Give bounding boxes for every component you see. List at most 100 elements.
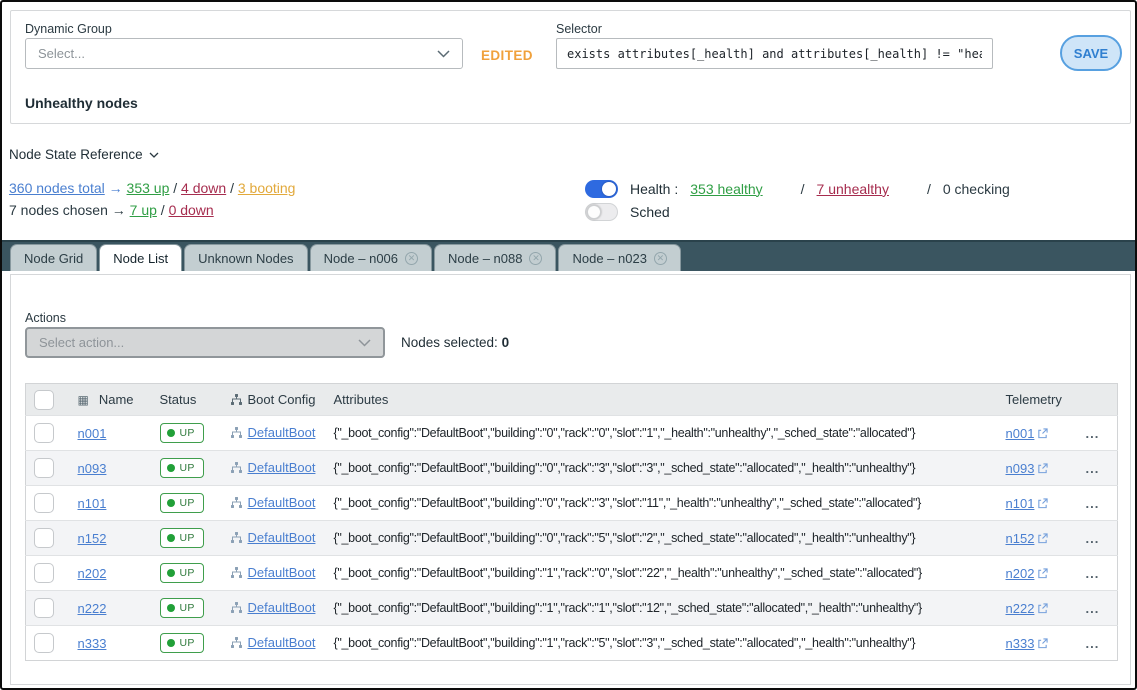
- close-icon[interactable]: ✕: [654, 252, 667, 265]
- row-menu-button[interactable]: ...: [1078, 556, 1118, 591]
- nodes-selected-count: 0: [502, 335, 510, 350]
- tab-node-n088[interactable]: Node – n088 ✕: [434, 244, 556, 271]
- telemetry-link[interactable]: n001: [1006, 426, 1035, 441]
- chosen-stats-line: 7 nodes chosen → 7 up / 0 down: [9, 202, 214, 218]
- boot-config-icon: [230, 394, 243, 405]
- attributes-json: {"_boot_config":"DefaultBoot","building"…: [326, 486, 998, 521]
- row-menu-button[interactable]: ...: [1078, 626, 1118, 661]
- status-column-header: Status: [152, 384, 222, 416]
- unhealthy-nodes-link[interactable]: 7 unhealthy: [817, 181, 889, 197]
- selector-input[interactable]: [556, 38, 993, 69]
- action-select[interactable]: Select action...: [25, 327, 385, 358]
- node-name-link[interactable]: n101: [78, 496, 107, 511]
- action-select-placeholder: Select action...: [39, 335, 124, 350]
- select-all-checkbox[interactable]: [34, 390, 54, 410]
- health-label: Health :: [630, 181, 678, 197]
- telemetry-link[interactable]: n152: [1006, 531, 1035, 546]
- status-dot-icon: [167, 534, 175, 542]
- table-row[interactable]: n101 UP DefaultBoot {"_boot_config":"Def…: [26, 486, 1118, 521]
- group-name: Unhealthy nodes: [25, 95, 138, 111]
- tab-unknown-nodes[interactable]: Unknown Nodes: [184, 244, 307, 271]
- row-menu-button[interactable]: ...: [1078, 486, 1118, 521]
- table-row[interactable]: n222 UP DefaultBoot {"_boot_config":"Def…: [26, 591, 1118, 626]
- table-row[interactable]: n333 UP DefaultBoot {"_boot_config":"Def…: [26, 626, 1118, 661]
- sched-toggle[interactable]: [585, 203, 618, 221]
- node-table: ▦Name Status Boot Config Attributes Tele…: [25, 383, 1118, 661]
- boot-config-icon: [230, 532, 243, 543]
- chevron-down-icon: [358, 339, 371, 347]
- node-name-link[interactable]: n152: [78, 531, 107, 546]
- down-nodes-link[interactable]: 4 down: [181, 180, 226, 196]
- boot-config-link[interactable]: DefaultBoot: [248, 635, 316, 650]
- table-row[interactable]: n093 UP DefaultBoot {"_boot_config":"Def…: [26, 451, 1118, 486]
- row-menu-button[interactable]: ...: [1078, 416, 1118, 451]
- row-checkbox[interactable]: [34, 598, 54, 618]
- tab-node-list[interactable]: Node List: [99, 244, 182, 271]
- row-menu-button[interactable]: ...: [1078, 521, 1118, 556]
- attributes-json: {"_boot_config":"DefaultBoot","building"…: [326, 416, 998, 451]
- health-toggle[interactable]: [585, 180, 618, 198]
- selector-label: Selector: [556, 22, 602, 36]
- boot-config-icon: [230, 602, 243, 613]
- status-dot-icon: [167, 429, 175, 437]
- status-badge: UP: [160, 528, 204, 548]
- dynamic-group-placeholder: Select...: [38, 46, 85, 61]
- telemetry-link[interactable]: n093: [1006, 461, 1035, 476]
- toggle-group: Health : 353 healthy / 7 unhealthy / 0 c…: [585, 178, 1010, 224]
- up-nodes-link[interactable]: 353 up: [127, 180, 170, 196]
- table-row[interactable]: n202 UP DefaultBoot {"_boot_config":"Def…: [26, 556, 1118, 591]
- status-badge: UP: [160, 598, 204, 618]
- node-name-link[interactable]: n202: [78, 566, 107, 581]
- external-link-icon: [1037, 568, 1048, 579]
- chosen-up-link[interactable]: 7 up: [130, 202, 157, 218]
- chosen-down-link[interactable]: 0 down: [169, 202, 214, 218]
- row-checkbox[interactable]: [34, 423, 54, 443]
- row-checkbox[interactable]: [34, 458, 54, 478]
- boot-config-link[interactable]: DefaultBoot: [248, 460, 316, 475]
- tab-node-grid[interactable]: Node Grid: [10, 244, 97, 271]
- healthy-nodes-link[interactable]: 353 healthy: [690, 181, 762, 197]
- boot-config-link[interactable]: DefaultBoot: [248, 565, 316, 580]
- table-row[interactable]: n001 UP DefaultBoot {"_boot_config":"Def…: [26, 416, 1118, 451]
- status-badge: UP: [160, 423, 204, 443]
- chevron-down-icon: [437, 50, 450, 58]
- row-menu-button[interactable]: ...: [1078, 591, 1118, 626]
- chevron-down-icon: [149, 152, 159, 158]
- node-name-link[interactable]: n001: [78, 426, 107, 441]
- node-name-link[interactable]: n222: [78, 601, 107, 616]
- status-dot-icon: [167, 604, 175, 612]
- row-checkbox[interactable]: [34, 528, 54, 548]
- dynamic-group-panel: Dynamic Group Select... EDITED Selector …: [10, 10, 1131, 124]
- boot-config-link[interactable]: DefaultBoot: [248, 495, 316, 510]
- dynamic-group-select[interactable]: Select...: [25, 38, 463, 69]
- telemetry-link[interactable]: n202: [1006, 566, 1035, 581]
- reference-collapse-header[interactable]: Node State Reference: [9, 147, 159, 162]
- table-row[interactable]: n152 UP DefaultBoot {"_boot_config":"Def…: [26, 521, 1118, 556]
- total-nodes-link[interactable]: 360 nodes total: [9, 180, 105, 196]
- boot-config-link[interactable]: DefaultBoot: [248, 600, 316, 615]
- boot-config-link[interactable]: DefaultBoot: [248, 530, 316, 545]
- save-button[interactable]: SAVE: [1060, 35, 1122, 71]
- row-checkbox[interactable]: [34, 563, 54, 583]
- actions-label: Actions: [25, 311, 66, 325]
- arrow-right-icon: →: [112, 202, 126, 218]
- node-name-link[interactable]: n093: [78, 461, 107, 476]
- telemetry-link[interactable]: n101: [1006, 496, 1035, 511]
- row-menu-button[interactable]: ...: [1078, 451, 1118, 486]
- telemetry-link[interactable]: n222: [1006, 601, 1035, 616]
- boot-config-column-header: Boot Config: [248, 392, 316, 407]
- boot-config-link[interactable]: DefaultBoot: [248, 425, 316, 440]
- tab-node-n023[interactable]: Node – n023 ✕: [558, 244, 680, 271]
- app-window: Dynamic Group Select... EDITED Selector …: [0, 0, 1137, 690]
- status-badge: UP: [160, 458, 204, 478]
- row-checkbox[interactable]: [34, 633, 54, 653]
- booting-nodes-link[interactable]: 3 booting: [238, 180, 296, 196]
- tab-node-n006[interactable]: Node – n006 ✕: [310, 244, 432, 271]
- close-icon[interactable]: ✕: [405, 252, 418, 265]
- external-link-icon: [1037, 498, 1048, 509]
- telemetry-link[interactable]: n333: [1006, 636, 1035, 651]
- close-icon[interactable]: ✕: [529, 252, 542, 265]
- node-name-link[interactable]: n333: [78, 636, 107, 651]
- sched-toggle-row: Sched: [585, 201, 1010, 222]
- row-checkbox[interactable]: [34, 493, 54, 513]
